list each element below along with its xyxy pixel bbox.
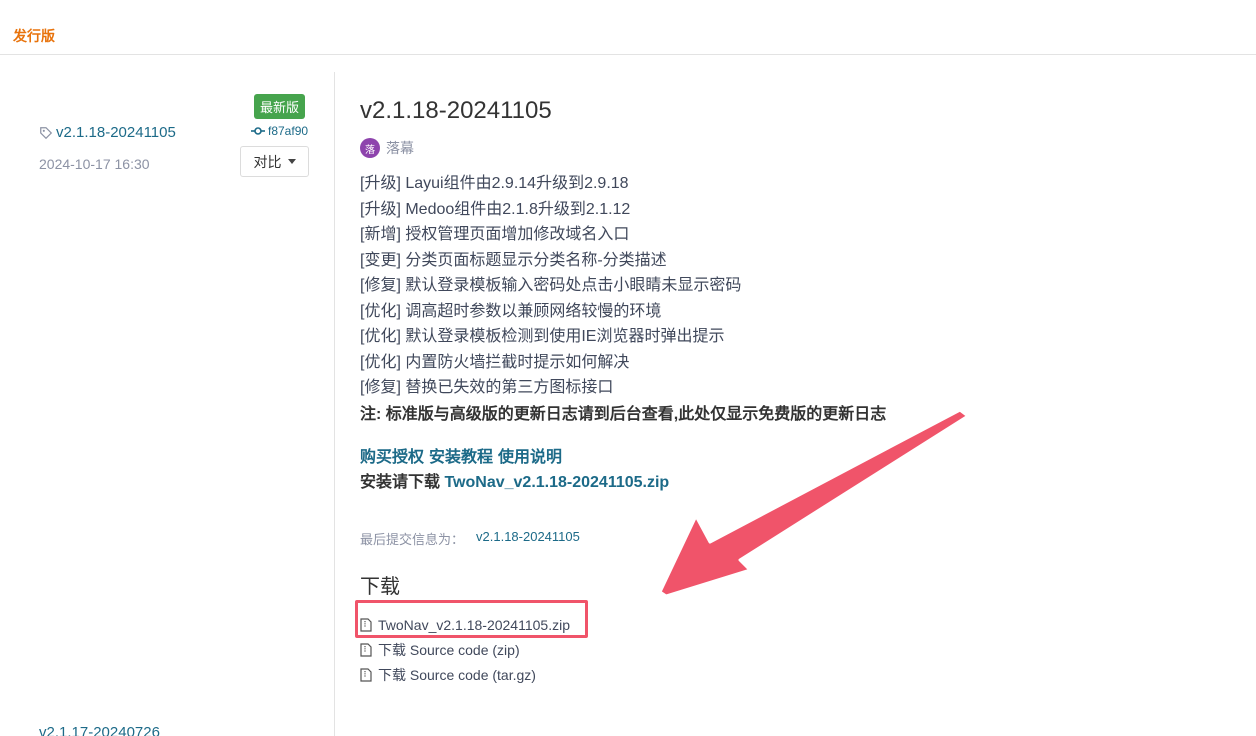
chevron-down-icon	[287, 159, 296, 164]
changelog-item: [修复] 替换已失效的第三方图标接口	[360, 379, 614, 396]
compare-button[interactable]: 对比	[240, 146, 309, 177]
usage-guide-link[interactable]: 使用说明	[498, 443, 562, 467]
avatar: 落	[360, 138, 380, 158]
changelog-list: [升级] Layui组件由2.9.14升级到2.9.18 [升级] Medoo组…	[360, 171, 741, 401]
install-prefix: 安装请下载	[360, 474, 441, 491]
release-tag-link[interactable]: v2.1.18-20241105	[39, 124, 176, 141]
download-item[interactable]: 下载 Source code (zip)	[360, 637, 570, 662]
changelog-item: [修复] 默认登录模板输入密码处点击小眼睛未显示密码	[360, 277, 742, 294]
download-item-label: 下载 Source code (zip)	[378, 641, 520, 658]
annotation-arrow-icon	[658, 410, 970, 598]
next-release-tag[interactable]: v2.1.17-20240726	[39, 724, 160, 736]
last-commit-info: 最后提交信息为： v2.1.18-20241105	[360, 529, 580, 548]
commit-hash: f87af90	[268, 124, 309, 138]
compare-label: 对比	[253, 153, 282, 170]
latest-badge: 最新版	[254, 94, 306, 119]
changelog-item: [升级] Layui组件由2.9.14升级到2.9.18	[360, 175, 629, 192]
changelog-item: [优化] 调高超时参数以兼顾网络较慢的环境	[360, 302, 662, 320]
download-item-label: 下载 Source code (tar.gz)	[378, 666, 536, 683]
commit-link[interactable]: f87af90	[251, 124, 308, 138]
release-title: v2.1.18-20241105	[360, 97, 552, 124]
changelog-item: [优化] 默认登录模板检测到使用IE浏览器时弹出提示	[360, 328, 725, 345]
commit-info-value[interactable]: v2.1.18-20241105	[476, 529, 580, 548]
release-date: 2024-10-17 16:30	[39, 156, 150, 172]
info-links: 购买授权 安装教程 使用说明	[360, 443, 562, 467]
file-zip-icon	[360, 667, 372, 682]
tag-icon	[40, 126, 53, 139]
downloads-title: 下载	[360, 576, 400, 598]
changelog-item: [升级] Medoo组件由2.1.8升级到2.1.12	[360, 200, 631, 218]
buy-license-link[interactable]: 购买授权	[360, 443, 424, 467]
highlight-box	[355, 600, 588, 638]
changelog-item: [优化] 内置防火墙拦截时提示如何解决	[360, 353, 630, 371]
author-name: 落幕	[386, 140, 414, 156]
tab-releases[interactable]: 发行版	[13, 26, 55, 46]
download-item[interactable]: 下载 Source code (tar.gz)	[360, 662, 570, 687]
file-zip-icon	[360, 642, 372, 657]
author-row[interactable]: 落 落幕	[360, 138, 414, 158]
release-sidebar: 最新版 v2.1.18-20241105 f87af90 2024-10-17 …	[13, 72, 335, 736]
changelog-item: [变更] 分类页面标题显示分类名称-分类描述	[360, 251, 667, 269]
commit-icon	[251, 127, 265, 135]
release-tag-label: v2.1.18-20241105	[56, 124, 176, 141]
changelog-item: [新增] 授权管理页面增加修改域名入口	[360, 226, 630, 243]
install-guide-link[interactable]: 安装教程	[429, 443, 493, 467]
commit-info-label: 最后提交信息为：	[360, 532, 465, 547]
